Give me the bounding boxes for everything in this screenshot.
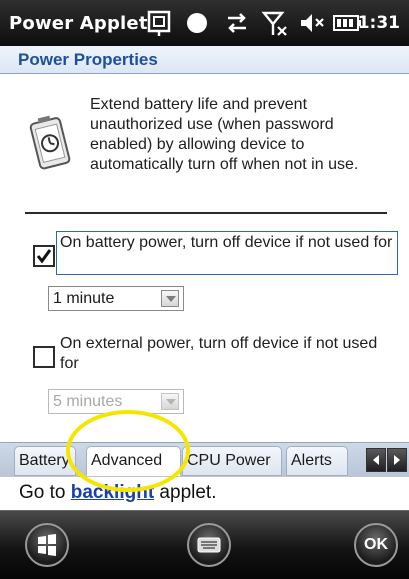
app-title: Power Applet <box>9 12 148 34</box>
header-band: Power Properties <box>0 46 409 74</box>
chevron-down-icon[interactable] <box>161 290 179 307</box>
chevron-down-icon <box>161 393 179 410</box>
highlight-annotation <box>66 410 190 492</box>
battery-clock-icon <box>29 115 71 170</box>
divider <box>25 212 387 214</box>
keyboard-icon <box>197 537 221 553</box>
chevron-left-icon <box>373 455 379 465</box>
external-power-checkbox[interactable] <box>33 346 55 368</box>
ok-button[interactable]: OK <box>354 523 398 567</box>
external-timeout-value: 5 minutes <box>53 393 123 410</box>
external-power-label[interactable]: On external power, turn off device if no… <box>60 334 394 374</box>
link-suffix: applet. <box>154 482 217 503</box>
title-bar: Power Applet 1:31 <box>0 0 409 46</box>
tab-cpu-power[interactable]: CPU Power <box>182 446 282 476</box>
chevron-right-icon <box>394 455 400 465</box>
status-icons: 1:31 <box>146 9 404 37</box>
main-content: Extend battery life and prevent unauthor… <box>0 74 409 442</box>
windows-start-icon <box>38 534 56 556</box>
page-title: Power Properties <box>18 50 158 69</box>
soft-key-bar: OK <box>0 510 409 579</box>
tab-scroll-left-button[interactable] <box>366 448 386 472</box>
circle-icon[interactable] <box>185 9 209 37</box>
backlight-link-line: Go to backlight applet. <box>0 476 409 510</box>
device-icon[interactable] <box>146 9 172 37</box>
description-text: Extend battery life and prevent unauthor… <box>90 96 359 173</box>
tab-scroll-right-button[interactable] <box>387 448 407 472</box>
ok-label: OK <box>364 536 388 553</box>
battery-power-label[interactable]: On battery power, turn off device if not… <box>60 233 394 253</box>
battery-timeout-select[interactable]: 1 minute <box>48 286 184 311</box>
checkmark-icon <box>36 249 52 264</box>
start-button[interactable] <box>25 523 69 567</box>
sync-icon[interactable] <box>223 9 251 37</box>
clock[interactable]: 1:31 <box>358 13 400 33</box>
battery-timeout-value: 1 minute <box>53 290 115 307</box>
battery-power-checkbox[interactable] <box>33 245 55 267</box>
tab-strip: Battery Advanced CPU Power Alerts <box>0 442 409 476</box>
volume-off-icon[interactable] <box>298 9 326 37</box>
tab-alerts[interactable]: Alerts <box>286 446 348 476</box>
keyboard-button[interactable] <box>187 523 231 567</box>
signal-off-icon[interactable] <box>261 9 289 37</box>
link-prefix: Go to <box>19 482 71 503</box>
